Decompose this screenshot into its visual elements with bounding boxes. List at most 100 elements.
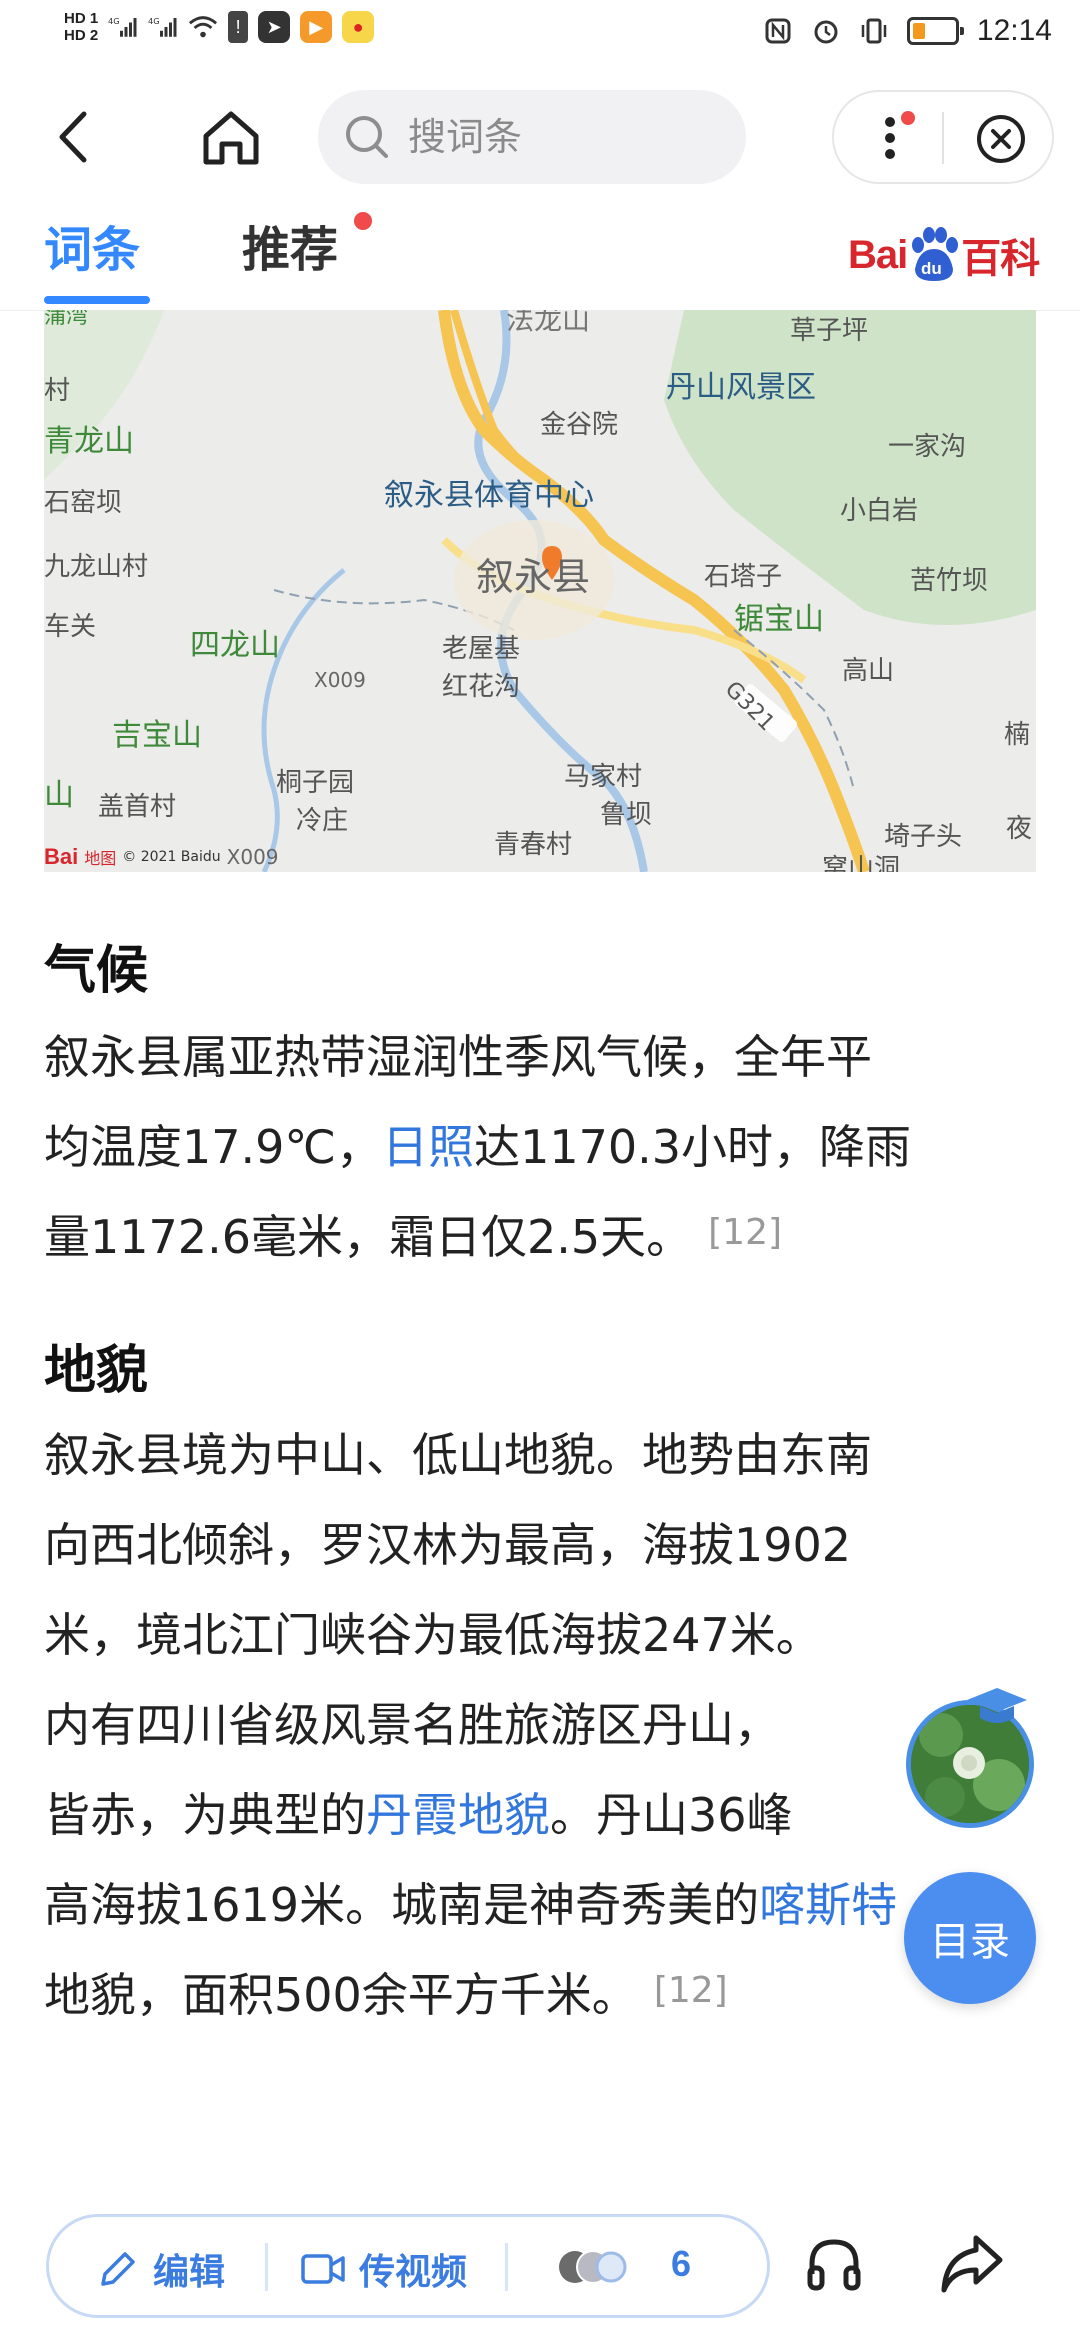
pill-divider bbox=[265, 2243, 268, 2291]
map-attribution: Bai 地图 © 2021 Baidu X009 bbox=[44, 844, 279, 870]
headphones-icon bbox=[807, 2239, 861, 2291]
app-arrow-icon: ➤ bbox=[258, 11, 291, 43]
map-label: 楠 bbox=[1004, 720, 1031, 750]
map-label: 桐子园 bbox=[276, 768, 355, 798]
map-label: 金谷院 bbox=[540, 410, 619, 440]
back-button[interactable] bbox=[46, 102, 106, 172]
map-label: 老屋基 bbox=[442, 634, 521, 664]
map-logo-suffix: 地图 bbox=[84, 849, 117, 868]
battery-icon bbox=[906, 17, 964, 45]
listen-button[interactable] bbox=[804, 2234, 864, 2294]
search-bar[interactable] bbox=[318, 90, 746, 184]
bottom-fade bbox=[0, 2182, 1080, 2196]
paragraph-line: 高海拔1619米。城南是神奇秀美的喀斯特 bbox=[44, 1860, 1044, 1950]
text-span: 皆赤，为典型的 bbox=[44, 1788, 366, 1842]
contributors-count[interactable]: 6 bbox=[671, 2243, 691, 2285]
climate-paragraph: 叙永县属亚热带湿润性季风气候，全年平 均温度17.9℃，日照达1170.3小时，… bbox=[44, 1012, 1044, 1282]
map-label: 红花沟 bbox=[442, 672, 521, 702]
more-button[interactable] bbox=[862, 108, 922, 168]
sunshine-link[interactable]: 日照 bbox=[382, 1120, 474, 1174]
active-tab-indicator bbox=[44, 296, 150, 304]
section-heading-landform: 地貌 bbox=[44, 1341, 149, 1401]
close-icon bbox=[977, 115, 1025, 163]
map-label: 小白岩 bbox=[840, 496, 919, 526]
edit-label: 编辑 bbox=[153, 2252, 226, 2293]
status-bar: HD 1 HD 2 4G 4G ! ➤ ▶ ● 12:14 bbox=[0, 0, 1080, 76]
edit-button[interactable]: 编辑 bbox=[95, 2243, 225, 2295]
back-arrow-icon bbox=[59, 111, 87, 163]
toc-button[interactable]: 目录 bbox=[904, 1872, 1036, 2004]
logo-text-right: 百科 bbox=[961, 237, 1040, 281]
contributors-avatars-icon bbox=[559, 2250, 627, 2284]
paw-icon: du bbox=[912, 227, 959, 281]
map-label: 九龙山村 bbox=[44, 552, 149, 582]
map-label: 窝山洞 bbox=[822, 854, 901, 872]
signal-icon-2: 4G bbox=[148, 12, 178, 42]
vibrate-icon bbox=[859, 16, 889, 46]
karst-link[interactable]: 喀斯特 bbox=[759, 1878, 897, 1932]
share-button[interactable] bbox=[938, 2232, 1006, 2296]
home-icon bbox=[203, 111, 259, 165]
more-dots-icon bbox=[885, 111, 915, 159]
tab-recommend[interactable]: 推荐 bbox=[242, 210, 338, 280]
logo-text-left: Bai bbox=[848, 232, 908, 277]
danxia-link[interactable]: 丹霞地貌 bbox=[366, 1788, 550, 1842]
map-label: 村 bbox=[44, 376, 71, 406]
tab-entry[interactable]: 词条 bbox=[44, 210, 140, 280]
map-label: 石窑坝 bbox=[44, 488, 123, 518]
map-label: 山 bbox=[44, 778, 74, 813]
clock: 12:14 bbox=[976, 14, 1052, 47]
map-label: 高山 bbox=[842, 656, 895, 686]
map-label: X009 bbox=[226, 845, 279, 869]
hd1-label: HD 1 bbox=[64, 10, 99, 27]
paragraph-line: 皆赤，为典型的丹霞地貌。丹山36峰 bbox=[44, 1770, 1044, 1860]
notification-icon: ! bbox=[228, 11, 249, 43]
map-label: 冷庄 bbox=[296, 806, 349, 836]
map-label: 法龙山 bbox=[506, 310, 591, 336]
reference-link[interactable]: [12] bbox=[708, 1212, 782, 1253]
landform-paragraph: 叙永县境为中山、低山地貌。地势由东南 向西北倾斜，罗汉林为最高，海拔1902 米… bbox=[44, 1410, 1044, 2040]
map-label: 盖首村 bbox=[98, 792, 177, 822]
video-app-icon: ▶ bbox=[300, 11, 333, 43]
upload-video-button[interactable]: 传视频 bbox=[299, 2243, 467, 2295]
hd2-label: HD 2 bbox=[64, 27, 99, 44]
video-label: 传视频 bbox=[359, 2252, 468, 2293]
paragraph-line: 米，境北江门峡谷为最低海拔247米。 bbox=[44, 1608, 822, 1662]
search-icon bbox=[346, 116, 388, 158]
paragraph-line: 地貌，面积500余平方千米。 [12] bbox=[44, 1950, 1044, 2040]
section-heading-climate: 气候 bbox=[44, 941, 149, 1001]
map-label: 草子坪 bbox=[790, 316, 869, 346]
signal-icon: 4G bbox=[108, 12, 138, 42]
graduation-cap-icon bbox=[967, 1688, 1027, 1723]
search-input[interactable] bbox=[406, 114, 710, 160]
pencil-icon bbox=[101, 2252, 135, 2286]
capsule-divider bbox=[942, 112, 944, 164]
close-button[interactable] bbox=[970, 108, 1032, 170]
paragraph-line: 叙永县属亚热带湿润性季风气候，全年平 bbox=[44, 1030, 872, 1084]
paragraph-line: 向西北倾斜，罗汉林为最高，海拔1902 bbox=[44, 1518, 852, 1572]
map-label: 夜 bbox=[1006, 814, 1033, 844]
text-span: 地貌，面积500余平方千米。 bbox=[44, 1968, 638, 2022]
location-map[interactable]: 蒲湾 法龙山 草子坪 丹山风景区 村 金谷院 青龙山 一家沟 石窑坝 叙永县体育… bbox=[44, 310, 1036, 872]
text-span: 均温度17.9℃， bbox=[44, 1120, 383, 1174]
paragraph-line: 叙永县境为中山、低山地貌。地势由东南 bbox=[44, 1428, 872, 1482]
video-camera-icon bbox=[301, 2254, 345, 2284]
map-label: 吉宝山 bbox=[112, 718, 202, 753]
map-label: X009 bbox=[314, 668, 366, 692]
paragraph-line: 内有四川省级风景名胜旅游区丹山， bbox=[44, 1698, 780, 1752]
home-button[interactable] bbox=[196, 102, 266, 172]
wifi-icon bbox=[188, 12, 218, 42]
weibo-icon: ● bbox=[342, 11, 375, 43]
action-pill: 编辑 传视频 6 bbox=[46, 2214, 770, 2318]
map-label: 鲁坝 bbox=[600, 800, 653, 830]
reference-link[interactable]: [12] bbox=[654, 1970, 728, 2011]
text-span: 。丹山36峰 bbox=[550, 1788, 793, 1842]
map-label: 苦竹坝 bbox=[910, 566, 989, 596]
text-span: 高海拔1619米。城南是神奇秀美的 bbox=[44, 1878, 760, 1932]
map-label: 蒲湾 bbox=[44, 310, 89, 329]
map-label: 马家村 bbox=[564, 762, 643, 792]
svg-text:4G: 4G bbox=[108, 16, 120, 26]
map-logo: Bai bbox=[44, 844, 79, 869]
paragraph-line: 均温度17.9℃，日照达1170.3小时，降雨 bbox=[44, 1102, 1044, 1192]
map-label: 锯宝山 bbox=[734, 602, 824, 637]
